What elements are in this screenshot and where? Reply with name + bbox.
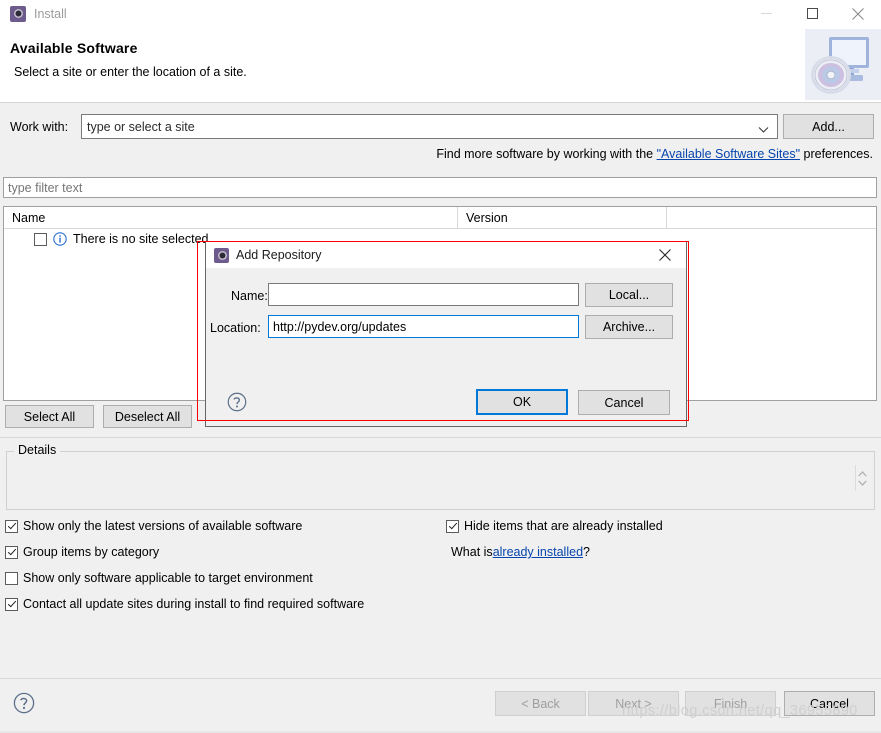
- already-installed-suffix: ?: [583, 545, 590, 559]
- checkbox[interactable]: [5, 597, 18, 611]
- name-label: Name:: [231, 289, 268, 303]
- work-with-combo-value: type or select a site: [87, 119, 195, 134]
- add-repository-dialog: Add Repository Name: Local... Location: …: [205, 241, 687, 427]
- location-input[interactable]: http://pydev.org/updates: [268, 315, 579, 338]
- maximize-icon[interactable]: [789, 0, 835, 27]
- dialog-title: Add Repository: [236, 248, 322, 262]
- already-installed-link[interactable]: already installed: [493, 545, 583, 559]
- archive-button[interactable]: Archive...: [585, 315, 673, 339]
- already-installed-prefix: What is: [451, 545, 493, 559]
- close-icon[interactable]: [648, 242, 682, 268]
- separator: [0, 437, 881, 438]
- dialog-cancel-button[interactable]: Cancel: [578, 390, 670, 415]
- window-controls: [743, 0, 881, 27]
- page-title: Available Software: [10, 40, 138, 56]
- close-icon[interactable]: [835, 0, 881, 27]
- option-show-latest-versions[interactable]: Show only the latest versions of availab…: [5, 519, 302, 533]
- row-label: There is no site selected: [73, 232, 209, 246]
- wizard-header: Available Software Select a site or ente…: [0, 27, 881, 103]
- back-button[interactable]: < Back: [495, 691, 586, 716]
- next-button[interactable]: Next >: [588, 691, 679, 716]
- spinner-updown-icon[interactable]: [855, 465, 869, 491]
- checkbox[interactable]: [5, 545, 18, 559]
- row-checkbox[interactable]: [34, 232, 47, 246]
- option-label: Show only the latest versions of availab…: [23, 519, 303, 533]
- computer-disc-icon: [805, 29, 881, 100]
- window-title: Install: [34, 6, 67, 21]
- help-circle-icon[interactable]: [13, 692, 35, 714]
- details-group: [6, 451, 875, 510]
- column-header-filler: [666, 207, 877, 229]
- chevron-down-icon[interactable]: [758, 123, 769, 137]
- finish-button[interactable]: Finish: [685, 691, 776, 716]
- already-installed-text: What is already installed?: [451, 545, 590, 559]
- option-label: Group items by category: [23, 545, 160, 559]
- location-label: Location:: [210, 321, 261, 335]
- info-icon: [53, 232, 67, 246]
- cancel-button[interactable]: Cancel: [784, 691, 875, 716]
- find-more-software-text: Find more software by working with the "…: [436, 147, 873, 161]
- option-contact-all-update-sites[interactable]: Contact all update sites during install …: [5, 597, 364, 611]
- find-more-suffix: preferences.: [800, 147, 874, 161]
- checkbox[interactable]: [5, 571, 18, 585]
- local-button[interactable]: Local...: [585, 283, 673, 307]
- select-all-button[interactable]: Select All: [5, 405, 94, 428]
- checkbox[interactable]: [446, 519, 459, 533]
- page-subtitle: Select a site or enter the location of a…: [14, 65, 247, 79]
- checkbox[interactable]: [5, 519, 18, 533]
- column-header-name[interactable]: Name: [4, 207, 457, 229]
- option-group-by-category[interactable]: Group items by category: [5, 545, 159, 559]
- eclipse-gear-icon: [10, 5, 26, 22]
- work-with-combo[interactable]: type or select a site: [81, 114, 778, 139]
- add-repository-button[interactable]: Add...: [783, 114, 874, 139]
- details-legend: Details: [14, 443, 61, 457]
- name-input[interactable]: [268, 283, 579, 306]
- window-titlebar: Install: [0, 0, 881, 27]
- minimize-icon[interactable]: [743, 0, 789, 27]
- column-header-version[interactable]: Version: [457, 207, 666, 229]
- option-hide-already-installed[interactable]: Hide items that are already installed: [446, 519, 663, 533]
- option-label: Contact all update sites during install …: [23, 597, 365, 611]
- dialog-titlebar: Add Repository: [206, 242, 686, 268]
- option-label: Show only software applicable to target …: [23, 571, 313, 585]
- option-label: Hide items that are already installed: [464, 519, 663, 533]
- deselect-all-button[interactable]: Deselect All: [103, 405, 192, 428]
- eclipse-gear-icon: [214, 247, 229, 263]
- filter-input[interactable]: type filter text: [3, 177, 877, 198]
- work-with-label: Work with:: [10, 120, 69, 134]
- location-input-value: http://pydev.org/updates: [273, 319, 407, 334]
- ok-button[interactable]: OK: [476, 389, 568, 415]
- filter-placeholder: type filter text: [8, 180, 83, 195]
- available-software-sites-link[interactable]: "Available Software Sites": [657, 147, 800, 161]
- install-wizard-window: Install Available Software Select a site…: [0, 0, 881, 733]
- table-header-row: Name Version: [4, 207, 876, 229]
- find-more-prefix: Find more software by working with the: [436, 147, 657, 161]
- help-circle-icon[interactable]: [227, 392, 247, 412]
- option-applicable-target-environment[interactable]: Show only software applicable to target …: [5, 571, 313, 585]
